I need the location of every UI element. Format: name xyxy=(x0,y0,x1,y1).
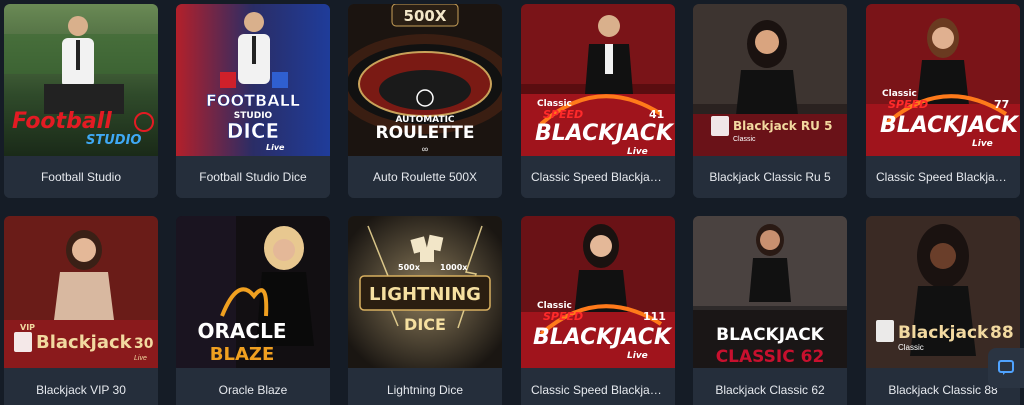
logo-speed-text: SPEED xyxy=(543,108,583,121)
game-grid: Football STUDIO Football Studio FOOTBALL… xyxy=(0,0,1024,405)
game-card-football-studio-dice[interactable]: FOOTBALL STUDIO DICE Live Football Studi… xyxy=(176,4,330,198)
logo-live-text: Live xyxy=(972,139,993,149)
game-title: Blackjack VIP 30 xyxy=(4,368,158,405)
logo-live-text: Live xyxy=(627,147,648,156)
game-thumbnail: Football STUDIO xyxy=(4,4,158,156)
chat-bubble-icon xyxy=(998,360,1014,375)
game-card-football-studio[interactable]: Football STUDIO Football Studio xyxy=(4,4,158,198)
badge-multiplier-text: 500X xyxy=(404,7,447,25)
game-thumbnail: Classic SPEED BLACKJACK 111 Live xyxy=(521,216,675,368)
logo-football-text: FOOTBALL xyxy=(206,91,300,110)
game-thumbnail: Blackjack 88 Classic xyxy=(866,216,1020,368)
table-number-text: 88 xyxy=(990,323,1014,343)
table-number-text: 111 xyxy=(643,310,666,323)
infinity-icon: ∞ xyxy=(422,144,428,154)
logo-lightning-text: LIGHTNING xyxy=(369,284,481,305)
logo-blackjack-text: Blackjack xyxy=(898,323,989,343)
game-title: Blackjack Classic 62 xyxy=(693,368,847,405)
game-card-blackjack-classic-ru5[interactable]: Blackjack RU 5 Classic Blackjack Classic… xyxy=(693,4,847,198)
game-card-lightning-dice[interactable]: 500x 1000x LIGHTNING DICE Lightning Dice xyxy=(348,216,502,405)
logo-roulette-text: ROULETTE xyxy=(376,123,475,143)
chat-button[interactable] xyxy=(988,348,1024,388)
badge-1000x-text: 1000x xyxy=(440,263,468,272)
game-title: Lightning Dice xyxy=(348,368,502,405)
logo-blaze-text: BLAZE xyxy=(210,344,274,365)
game-card-classic-speed-blackjack-41[interactable]: Classic SPEED BLACKJACK 41 Live Classic … xyxy=(521,4,675,198)
logo-oracle-text: ORACLE xyxy=(198,319,287,343)
game-thumbnail: 500X AUTOMATIC ROULETTE ∞ xyxy=(348,4,502,156)
logo-dice-text: DICE xyxy=(404,315,446,334)
logo-classic-text: Classic xyxy=(733,136,756,143)
game-title: Football Studio Dice xyxy=(176,156,330,198)
logo-speed-text: SPEED xyxy=(888,98,928,111)
logo-football-text: Football xyxy=(12,109,112,134)
badge-500x-text: 500x xyxy=(398,263,421,272)
logo-blackjack-text: BLACKJACK xyxy=(535,121,675,146)
game-title: Classic Speed Blackjack ... xyxy=(521,156,675,198)
game-title: Classic Speed Blackjack ... xyxy=(521,368,675,405)
game-thumbnail: FOOTBALL STUDIO DICE Live xyxy=(176,4,330,156)
game-thumbnail: ORACLE BLAZE xyxy=(176,216,330,368)
game-thumbnail: VIP Blackjack 30 Live xyxy=(4,216,158,368)
logo-blackjack-text: BLACKJACK xyxy=(880,113,1020,138)
logo-classic-text: Classic xyxy=(898,343,924,352)
logo-blackjack-text: BLACKJACK xyxy=(533,325,673,350)
game-card-oracle-blaze[interactable]: ORACLE BLAZE Oracle Blaze xyxy=(176,216,330,405)
game-title: Football Studio xyxy=(4,156,158,198)
game-title: Oracle Blaze xyxy=(176,368,330,405)
game-thumbnail: 500x 1000x LIGHTNING DICE xyxy=(348,216,502,368)
logo-live-text: Live xyxy=(266,143,285,152)
logo-blackjack-text: BLACKJACK xyxy=(716,325,825,345)
game-title: Auto Roulette 500X xyxy=(348,156,502,198)
game-title: Classic Speed Blackjack ... xyxy=(866,156,1020,198)
game-thumbnail: BLACKJACK CLASSIC 62 xyxy=(693,216,847,368)
logo-live-text: Live xyxy=(627,351,648,361)
table-number-text: 77 xyxy=(994,98,1009,111)
logo-dice-text: DICE xyxy=(227,119,279,143)
logo-vip-text: VIP xyxy=(20,323,35,332)
game-card-classic-speed-blackjack-77[interactable]: Classic SPEED BLACKJACK 77 Live Classic … xyxy=(866,4,1020,198)
logo-speed-text: SPEED xyxy=(543,310,583,323)
game-thumbnail: Classic SPEED BLACKJACK 77 Live xyxy=(866,4,1020,156)
logo-blackjack-ru5-text: Blackjack RU 5 xyxy=(733,119,832,133)
game-title: Blackjack Classic Ru 5 xyxy=(693,156,847,198)
game-card-blackjack-classic-62[interactable]: BLACKJACK CLASSIC 62 Blackjack Classic 6… xyxy=(693,216,847,405)
game-thumbnail: Classic SPEED BLACKJACK 41 Live xyxy=(521,4,675,156)
table-number-text: 30 xyxy=(134,336,154,352)
game-card-classic-speed-blackjack-111[interactable]: Classic SPEED BLACKJACK 111 Live Classic… xyxy=(521,216,675,405)
logo-studio-text: STUDIO xyxy=(86,133,141,148)
table-number-text: 41 xyxy=(649,108,664,121)
logo-blackjack-text: Blackjack xyxy=(36,332,133,353)
logo-classic62-text: CLASSIC 62 xyxy=(716,347,825,367)
game-card-auto-roulette[interactable]: 500X AUTOMATIC ROULETTE ∞ Auto Roulette … xyxy=(348,4,502,198)
game-thumbnail: Blackjack RU 5 Classic xyxy=(693,4,847,156)
logo-live-text: Live xyxy=(134,355,147,362)
game-card-blackjack-vip-30[interactable]: VIP Blackjack 30 Live Blackjack VIP 30 xyxy=(4,216,158,405)
